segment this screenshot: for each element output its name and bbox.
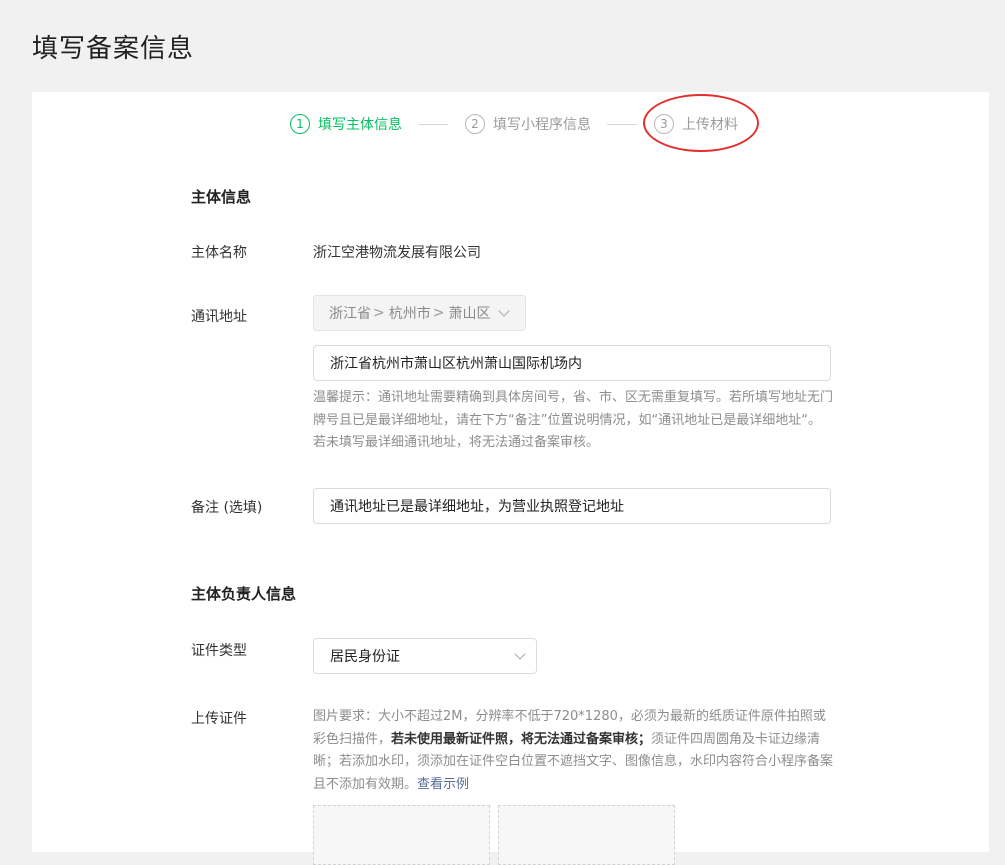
upload-id-label: 上传证件 <box>191 711 247 727</box>
id-type-value: 居民身份证 <box>330 649 400 665</box>
step-connector <box>418 123 448 125</box>
region-separator: > <box>373 305 385 321</box>
chevron-down-icon <box>514 648 526 660</box>
page-title: 填写备案信息 <box>32 34 195 64</box>
id-type-label: 证件类型 <box>191 643 247 659</box>
address-detail-input[interactable]: 浙江省杭州市萧山区杭州萧山国际机场内 <box>313 345 831 381</box>
step-label-2: 填写小程序信息 <box>493 117 591 133</box>
step-number-2: 2 <box>465 114 485 134</box>
subject-name-value: 浙江空港物流发展有限公司 <box>313 245 481 261</box>
region-select[interactable]: 浙江省 > 杭州市 > 萧山区 <box>313 295 526 331</box>
region-district: 萧山区 <box>448 306 491 322</box>
subject-section-title: 主体信息 <box>191 188 252 206</box>
region-city: 杭州市 <box>388 306 431 322</box>
remark-value: 通讯地址已是最详细地址，为营业执照登记地址 <box>330 499 624 515</box>
address-detail-value: 浙江省杭州市萧山区杭州萧山国际机场内 <box>330 356 582 372</box>
form-card: 1 填写主体信息 2 填写小程序信息 3 上传材料 主体信息 主体名称 浙江空港… <box>32 92 989 865</box>
upload-front-box[interactable] <box>313 805 490 865</box>
step-fill-miniprogram[interactable]: 2 填写小程序信息 <box>465 114 591 134</box>
address-label: 通讯地址 <box>191 309 247 325</box>
principal-section-title: 主体负责人信息 <box>191 585 297 603</box>
step-fill-subject[interactable]: 1 填写主体信息 <box>290 114 402 134</box>
step-label-1: 填写主体信息 <box>318 117 402 133</box>
id-type-select[interactable]: 居民身份证 <box>313 638 537 674</box>
step-connector <box>607 123 637 125</box>
address-hint: 温馨提示：通讯地址需要精确到具体房间号，省、市、区无需重复填写。若所填写地址无门… <box>313 390 834 450</box>
chevron-down-icon <box>498 305 510 317</box>
region-province: 浙江省 <box>329 306 371 322</box>
region-separator: > <box>432 305 445 321</box>
upload-back-box[interactable] <box>498 805 675 865</box>
upload-hint: 图片要求：大小不超过2M，分辨率不低于720*1280，必须为最新的纸质证件原件… <box>313 706 833 796</box>
upload-hint-warning: 若未使用最新证件照，将无法通过备案审核； <box>391 731 652 747</box>
step-upload-materials[interactable]: 3 上传材料 <box>654 114 738 134</box>
remark-input[interactable]: 通讯地址已是最详细地址，为营业执照登记地址 <box>313 488 831 524</box>
stepper: 1 填写主体信息 2 填写小程序信息 3 上传材料 <box>290 114 738 134</box>
step-number-3: 3 <box>654 114 674 134</box>
step-label-3: 上传材料 <box>682 117 738 133</box>
subject-name-label: 主体名称 <box>191 245 247 261</box>
remark-label: 备注 (选填) <box>191 500 263 516</box>
view-example-link[interactable]: 查看示例 <box>417 777 469 792</box>
step-number-1: 1 <box>290 114 310 134</box>
